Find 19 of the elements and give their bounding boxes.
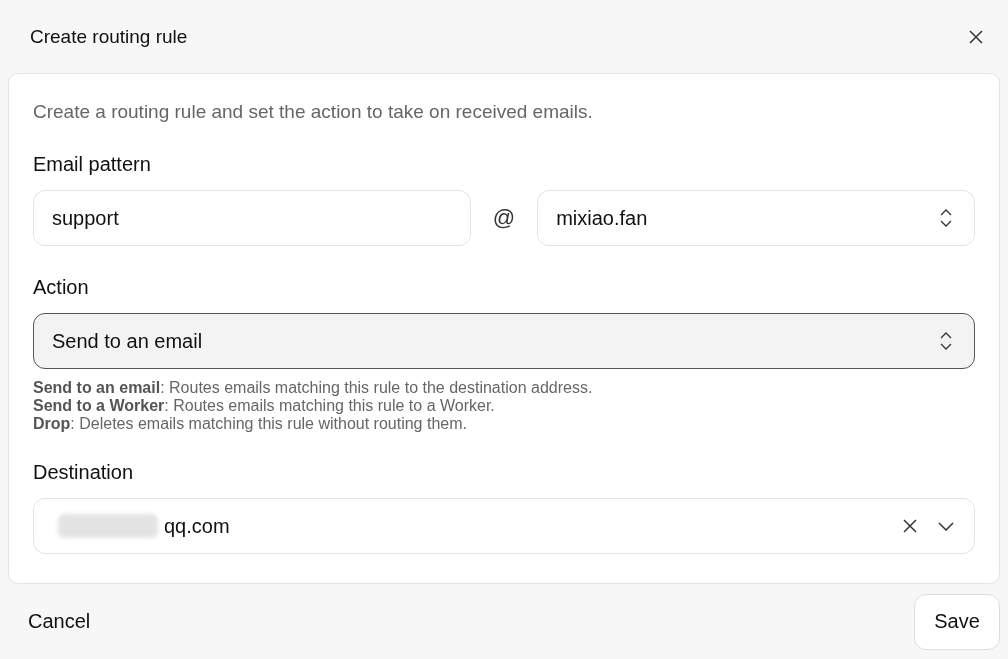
description-text: Create a routing rule and set the action to take on received emails.: [33, 101, 594, 123]
field-label: Action: [33, 276, 90, 299]
domain-select[interactable]: mixiao.fan: [537, 190, 975, 246]
clear-icon[interactable]: [902, 518, 918, 534]
save-button[interactable]: Save: [914, 593, 1000, 650]
destination-select[interactable]: qq.com: [33, 498, 975, 554]
field-label: Destination: [33, 461, 135, 484]
help-text: Drop: Deletes emails matching this rule without routing them.: [33, 415, 468, 433]
chevron-down-icon[interactable]: [938, 521, 954, 531]
cancel-button[interactable]: Cancel: [18, 602, 101, 641]
dialog-title: Create routing rule: [30, 25, 188, 48]
local-part-field[interactable]: support: [33, 190, 471, 246]
help-text: Send to an email: Routes emails matching this rule to the destination address.: [33, 379, 594, 397]
chevron-up-down-icon: [940, 331, 952, 351]
chevron-up-down-icon: [940, 208, 952, 228]
action-select[interactable]: Send to an email: [33, 313, 975, 369]
help-text: Send to a Worker: Routes emails matching this rule to a Worker.: [33, 397, 496, 415]
field-label: Email pattern: [33, 153, 152, 176]
at-sign: @: [492, 205, 516, 231]
